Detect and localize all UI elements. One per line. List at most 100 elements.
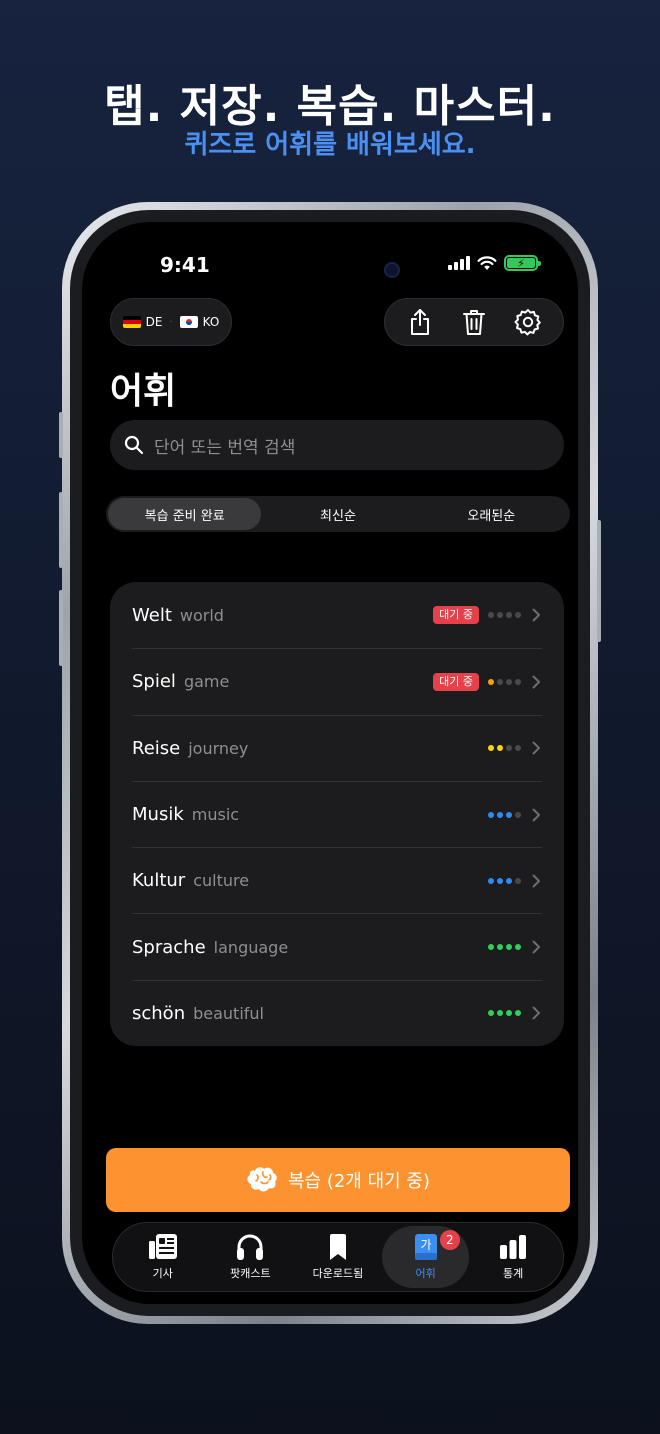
share-button[interactable] <box>400 302 440 342</box>
mastery-progress-dots <box>488 678 521 685</box>
mastery-dot <box>497 745 503 752</box>
vocab-row[interactable]: Musik music <box>132 780 542 847</box>
bar-chart-icon <box>500 1235 527 1259</box>
settings-button[interactable] <box>508 302 548 342</box>
mastery-dot <box>497 612 503 619</box>
vocab-row[interactable]: Kultur culture <box>132 847 542 913</box>
vocabulary-list: Welt world 대기 중 Spiel game 대기 중 Reise journey Mu… <box>110 582 564 1046</box>
mastery-progress-dots <box>488 745 521 752</box>
mastery-dot <box>515 678 521 685</box>
vocab-translation: language <box>213 937 289 957</box>
vocab-status <box>488 940 542 954</box>
vocab-term: Reise <box>132 737 181 759</box>
phone-bezel: 9:41 ⚡ DE · KO 어휘 단어 또는 번역 검색 복습 준비 완료 최… <box>70 210 590 1316</box>
wifi-icon <box>477 255 497 270</box>
delete-button[interactable] <box>454 302 494 342</box>
battery-charging-icon: ⚡ <box>504 255 541 271</box>
vocab-status: 대기 중 <box>433 606 542 625</box>
camera-lens <box>384 262 400 278</box>
mastery-dot <box>497 1010 503 1017</box>
mastery-dot <box>506 877 512 884</box>
due-badge: 대기 중 <box>433 606 479 625</box>
vocab-row[interactable]: Sprache language <box>132 913 542 979</box>
vocabulary-book-icon: 가 <box>414 1234 437 1260</box>
share-icon <box>411 309 429 335</box>
tab-stats-label: 통계 <box>503 1267 524 1280</box>
chevron-right-icon <box>530 874 542 888</box>
mastery-dot <box>506 944 512 951</box>
vocab-row[interactable]: Reise journey <box>132 714 542 781</box>
tab-vocabulary[interactable]: 가 2 어휘 <box>381 1226 470 1288</box>
vocab-term: schön <box>132 1002 186 1024</box>
chevron-right-icon <box>530 940 542 954</box>
bottom-tab-bar: 기사 팟캐스트 다운로드됨 가 2 어휘 통계 <box>112 1222 564 1292</box>
tab-newest[interactable]: 최신순 <box>261 498 414 530</box>
marketing-subheadline: 퀴즈로 어휘를 배워보세요. <box>184 130 476 160</box>
status-time: 9:41 <box>160 253 210 277</box>
header-actions <box>384 298 564 346</box>
chevron-right-icon <box>530 808 542 822</box>
search-placeholder: 단어 또는 번역 검색 <box>154 437 296 458</box>
mastery-progress-dots <box>488 811 521 818</box>
phone-volume-up <box>59 492 63 568</box>
vocab-status <box>488 1006 542 1020</box>
chevron-right-icon <box>530 1006 542 1020</box>
vocab-translation: music <box>191 805 240 825</box>
review-button-label: 복습 (2개 대기 중) <box>287 1171 431 1192</box>
tab-oldest[interactable]: 오래된순 <box>415 498 568 530</box>
vocab-row[interactable]: Welt world 대기 중 <box>132 582 542 648</box>
mastery-dot <box>515 944 521 951</box>
review-button[interactable]: 복습 (2개 대기 중) <box>106 1148 570 1212</box>
mastery-dot <box>488 1010 494 1017</box>
vocab-row[interactable]: Spiel game 대기 중 <box>132 648 542 714</box>
mastery-dot <box>497 877 503 884</box>
mastery-dot <box>488 612 494 619</box>
bookmark-icon <box>329 1234 346 1260</box>
tab-review-ready[interactable]: 복습 준비 완료 <box>108 498 262 530</box>
tab-podcasts[interactable]: 팟캐스트 <box>207 1226 295 1288</box>
phone-power-button <box>597 520 601 642</box>
vocab-translation: world <box>179 605 224 625</box>
language-pair-selector[interactable]: DE · KO <box>110 298 232 346</box>
vocab-term: Kultur <box>132 870 186 892</box>
chevron-right-icon <box>530 608 542 622</box>
vocabulary-glyph: 가 <box>420 1238 431 1252</box>
phone-side-button <box>59 412 63 458</box>
brain-icon <box>247 1167 277 1192</box>
vocab-status <box>488 741 542 755</box>
tab-podcasts-label: 팟캐스트 <box>230 1267 271 1280</box>
vocab-row[interactable]: schön beautiful <box>132 979 542 1046</box>
mastery-dot <box>488 877 494 884</box>
tab-stats[interactable]: 통계 <box>469 1226 557 1288</box>
phone-frame: 9:41 ⚡ DE · KO 어휘 단어 또는 번역 검색 복습 준비 완료 최… <box>59 202 601 1324</box>
vocab-term: Sprache <box>132 936 206 958</box>
vocab-translation: culture <box>193 871 250 891</box>
vocab-status <box>488 874 542 888</box>
tab-articles-label: 기사 <box>152 1267 173 1280</box>
headphones-icon <box>237 1234 264 1260</box>
mastery-dot <box>515 745 521 752</box>
vocab-translation: journey <box>188 738 249 758</box>
mastery-dot <box>506 612 512 619</box>
source-language-code: DE <box>145 315 163 329</box>
vocab-term: Musik <box>132 804 184 826</box>
mastery-dot <box>515 612 521 619</box>
search-icon <box>124 435 144 455</box>
tab-downloads[interactable]: 다운로드됨 <box>294 1226 382 1288</box>
trash-icon <box>463 310 485 335</box>
phone-volume-down <box>59 590 63 666</box>
mastery-dot <box>515 1010 521 1017</box>
mastery-dot <box>488 944 494 951</box>
mastery-dot <box>515 811 521 818</box>
vocab-translation: game <box>183 672 230 692</box>
cellular-signal-icon <box>448 256 470 270</box>
tab-articles[interactable]: 기사 <box>119 1226 207 1288</box>
mastery-dot <box>497 944 503 951</box>
vocab-translation: beautiful <box>193 1003 264 1023</box>
language-separator: · <box>169 316 173 328</box>
mastery-dot <box>506 678 512 685</box>
mastery-progress-dots <box>488 1010 521 1017</box>
mastery-dot <box>497 811 503 818</box>
search-input[interactable]: 단어 또는 번역 검색 <box>110 420 564 470</box>
app-screen: 9:41 ⚡ DE · KO 어휘 단어 또는 번역 검색 복습 준비 완료 최… <box>82 222 578 1304</box>
